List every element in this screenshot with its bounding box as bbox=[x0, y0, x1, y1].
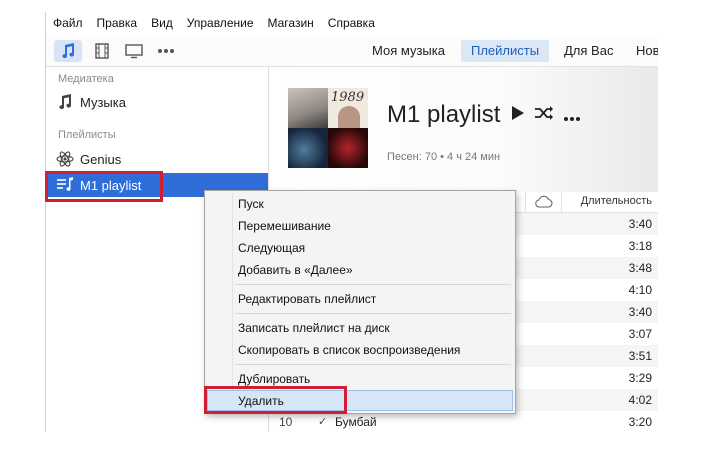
menu-item-play-later[interactable]: Добавить в «Далее» bbox=[238, 260, 353, 280]
track-duration: 3:18 bbox=[628, 239, 652, 253]
more-dots-icon[interactable] bbox=[563, 111, 581, 125]
track-duration: 4:10 bbox=[628, 283, 652, 297]
playlist-meta: Песен: 70 • 4 ч 24 мин bbox=[387, 151, 501, 163]
track-duration: 3:40 bbox=[628, 305, 652, 319]
playlist-artwork: 1989 bbox=[288, 88, 368, 168]
menu-item-burn-playlist[interactable]: Записать плейлист на диск bbox=[238, 318, 390, 338]
menu-divider bbox=[235, 284, 511, 285]
track-title: Бумбай bbox=[335, 415, 377, 429]
table-row[interactable]: 10 ✓ Бумбай 3:20 bbox=[269, 411, 658, 432]
track-number: 10 bbox=[279, 415, 293, 429]
column-divider bbox=[561, 192, 562, 212]
menu-view[interactable]: Вид bbox=[144, 12, 180, 34]
album-art-text: 1989 bbox=[331, 90, 365, 105]
toolbar: Моя музыка Плейлисты Для Вас Нов bbox=[46, 36, 658, 67]
library-header: Медиатека bbox=[58, 73, 114, 85]
track-duration: 3:51 bbox=[628, 349, 652, 363]
annotation-highlight-playlist bbox=[45, 171, 163, 202]
sidebar-item-genius[interactable]: Genius bbox=[46, 147, 268, 171]
sidebar-item-label: Genius bbox=[80, 151, 122, 167]
track-duration: 3:29 bbox=[628, 371, 652, 385]
playlist-header: 1989 M1 playlist Песен: 70 • 4 ч 24 мин bbox=[269, 67, 658, 192]
menu-item-copy-to-play-order[interactable]: Скопировать в список воспроизведения bbox=[238, 340, 460, 360]
track-duration: 3:48 bbox=[628, 261, 652, 275]
menu-divider bbox=[235, 364, 511, 365]
playlist-title: M1 playlist bbox=[387, 101, 501, 128]
cloud-icon[interactable] bbox=[535, 195, 553, 211]
menu-controls[interactable]: Управление bbox=[180, 12, 261, 34]
film-icon[interactable] bbox=[88, 40, 116, 62]
menu-help[interactable]: Справка bbox=[321, 12, 382, 34]
menu-item-edit-playlist[interactable]: Редактировать плейлист bbox=[238, 289, 376, 309]
music-note-icon bbox=[56, 94, 74, 110]
atom-icon bbox=[56, 150, 74, 168]
track-duration: 4:02 bbox=[628, 393, 652, 407]
context-menu: Пуск Перемешивание Следующая Добавить в … bbox=[204, 190, 516, 414]
tab-my-music[interactable]: Моя музыка bbox=[362, 40, 455, 62]
sidebar-item-music[interactable]: Музыка bbox=[46, 90, 268, 114]
track-duration: 3:07 bbox=[628, 327, 652, 341]
annotation-highlight-delete bbox=[204, 386, 347, 414]
tab-playlists[interactable]: Плейлисты bbox=[461, 40, 550, 62]
menu-item-next[interactable]: Следующая bbox=[238, 238, 305, 258]
music-note-icon[interactable] bbox=[54, 40, 82, 62]
menu-store[interactable]: Магазин bbox=[261, 12, 321, 34]
more-dots-icon[interactable] bbox=[152, 40, 180, 62]
tab-new[interactable]: Нов bbox=[626, 40, 658, 62]
menu-item-shuffle[interactable]: Перемешивание bbox=[238, 216, 331, 236]
sidebar-item-label: Музыка bbox=[80, 94, 126, 110]
tab-for-you[interactable]: Для Вас bbox=[554, 40, 623, 62]
menu-item-play[interactable]: Пуск bbox=[238, 194, 264, 214]
menu-divider bbox=[235, 313, 511, 314]
shuffle-icon[interactable] bbox=[534, 105, 554, 124]
menubar: Файл Правка Вид Управление Магазин Справ… bbox=[46, 12, 658, 34]
tv-icon[interactable] bbox=[120, 40, 148, 62]
menu-gutter bbox=[232, 193, 233, 411]
track-duration: 3:40 bbox=[628, 217, 652, 231]
menu-edit[interactable]: Правка bbox=[90, 12, 145, 34]
track-checkbox[interactable]: ✓ bbox=[318, 415, 327, 428]
playlists-header: Плейлисты bbox=[58, 129, 116, 141]
track-duration: 3:20 bbox=[628, 415, 652, 429]
column-divider bbox=[525, 192, 526, 212]
duration-column-header[interactable]: Длительность bbox=[581, 195, 652, 207]
menu-file[interactable]: Файл bbox=[46, 12, 90, 34]
play-icon[interactable] bbox=[511, 105, 525, 124]
